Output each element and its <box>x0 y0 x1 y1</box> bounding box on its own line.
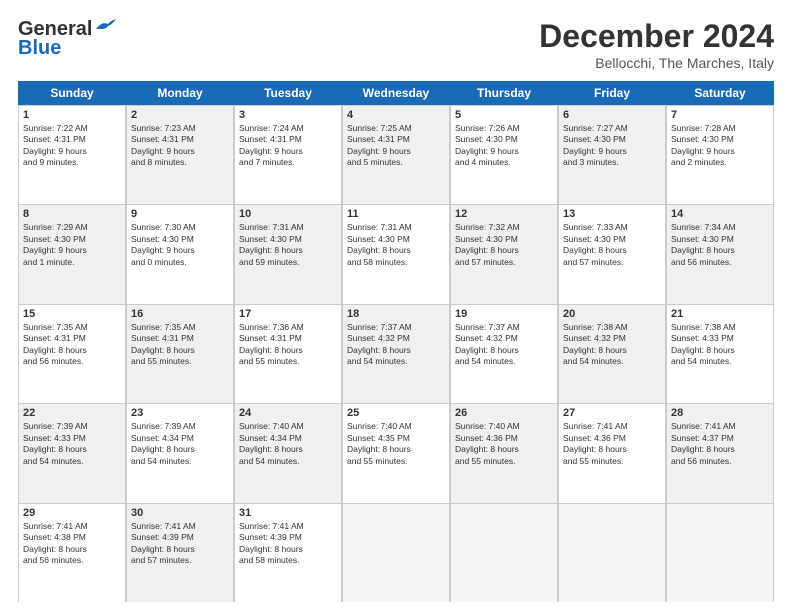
day-24: 24 Sunrise: 7:40 AMSunset: 4:34 PMDaylig… <box>234 404 342 502</box>
day-2: 2 Sunrise: 7:23 AMSunset: 4:31 PMDayligh… <box>126 106 234 204</box>
day-26: 26 Sunrise: 7:40 AMSunset: 4:36 PMDaylig… <box>450 404 558 502</box>
day-5: 5 Sunrise: 7:26 AMSunset: 4:30 PMDayligh… <box>450 106 558 204</box>
calendar-header: Sunday Monday Tuesday Wednesday Thursday… <box>18 81 774 105</box>
day-11: 11 Sunrise: 7:31 AMSunset: 4:30 PMDaylig… <box>342 205 450 303</box>
dow-tuesday: Tuesday <box>234 81 342 105</box>
day-23: 23 Sunrise: 7:39 AMSunset: 4:34 PMDaylig… <box>126 404 234 502</box>
day-20: 20 Sunrise: 7:38 AMSunset: 4:32 PMDaylig… <box>558 305 666 403</box>
day-25: 25 Sunrise: 7:40 AMSunset: 4:35 PMDaylig… <box>342 404 450 502</box>
logo: General Blue <box>18 18 116 60</box>
week-1: 1 Sunrise: 7:22 AMSunset: 4:31 PMDayligh… <box>18 105 774 205</box>
logo-blue: Blue <box>18 37 61 60</box>
day-30: 30 Sunrise: 7:41 AMSunset: 4:39 PMDaylig… <box>126 504 234 602</box>
day-13: 13 Sunrise: 7:33 AMSunset: 4:30 PMDaylig… <box>558 205 666 303</box>
day-19: 19 Sunrise: 7:37 AMSunset: 4:32 PMDaylig… <box>450 305 558 403</box>
day-14: 14 Sunrise: 7:34 AMSunset: 4:30 PMDaylig… <box>666 205 774 303</box>
day-empty-3 <box>558 504 666 602</box>
day-31: 31 Sunrise: 7:41 AMSunset: 4:39 PMDaylig… <box>234 504 342 602</box>
day-empty-1 <box>342 504 450 602</box>
day-16: 16 Sunrise: 7:35 AMSunset: 4:31 PMDaylig… <box>126 305 234 403</box>
title-block: December 2024 Bellocchi, The Marches, It… <box>539 18 774 71</box>
day-empty-2 <box>450 504 558 602</box>
header: General Blue December 2024 Bellocchi, Th… <box>18 18 774 71</box>
calendar: Sunday Monday Tuesday Wednesday Thursday… <box>18 81 774 602</box>
dow-monday: Monday <box>126 81 234 105</box>
week-4: 22 Sunrise: 7:39 AMSunset: 4:33 PMDaylig… <box>18 404 774 503</box>
week-2: 8 Sunrise: 7:29 AMSunset: 4:30 PMDayligh… <box>18 205 774 304</box>
day-27: 27 Sunrise: 7:41 AMSunset: 4:36 PMDaylig… <box>558 404 666 502</box>
day-15: 15 Sunrise: 7:35 AMSunset: 4:31 PMDaylig… <box>18 305 126 403</box>
day-7: 7 Sunrise: 7:28 AMSunset: 4:30 PMDayligh… <box>666 106 774 204</box>
dow-sunday: Sunday <box>18 81 126 105</box>
day-3: 3 Sunrise: 7:24 AMSunset: 4:31 PMDayligh… <box>234 106 342 204</box>
dow-thursday: Thursday <box>450 81 558 105</box>
day-empty-4 <box>666 504 774 602</box>
week-5: 29 Sunrise: 7:41 AMSunset: 4:38 PMDaylig… <box>18 504 774 602</box>
calendar-body: 1 Sunrise: 7:22 AMSunset: 4:31 PMDayligh… <box>18 105 774 602</box>
week-3: 15 Sunrise: 7:35 AMSunset: 4:31 PMDaylig… <box>18 305 774 404</box>
day-18: 18 Sunrise: 7:37 AMSunset: 4:32 PMDaylig… <box>342 305 450 403</box>
day-6: 6 Sunrise: 7:27 AMSunset: 4:30 PMDayligh… <box>558 106 666 204</box>
dow-wednesday: Wednesday <box>342 81 450 105</box>
page: General Blue December 2024 Bellocchi, Th… <box>0 0 792 612</box>
day-29: 29 Sunrise: 7:41 AMSunset: 4:38 PMDaylig… <box>18 504 126 602</box>
day-28: 28 Sunrise: 7:41 AMSunset: 4:37 PMDaylig… <box>666 404 774 502</box>
location: Bellocchi, The Marches, Italy <box>539 55 774 71</box>
day-10: 10 Sunrise: 7:31 AMSunset: 4:30 PMDaylig… <box>234 205 342 303</box>
day-8: 8 Sunrise: 7:29 AMSunset: 4:30 PMDayligh… <box>18 205 126 303</box>
dow-friday: Friday <box>558 81 666 105</box>
day-9: 9 Sunrise: 7:30 AMSunset: 4:30 PMDayligh… <box>126 205 234 303</box>
dow-saturday: Saturday <box>666 81 774 105</box>
day-12: 12 Sunrise: 7:32 AMSunset: 4:30 PMDaylig… <box>450 205 558 303</box>
day-4: 4 Sunrise: 7:25 AMSunset: 4:31 PMDayligh… <box>342 106 450 204</box>
month-title: December 2024 <box>539 18 774 55</box>
day-22: 22 Sunrise: 7:39 AMSunset: 4:33 PMDaylig… <box>18 404 126 502</box>
logo-bird-icon <box>94 19 116 37</box>
day-1: 1 Sunrise: 7:22 AMSunset: 4:31 PMDayligh… <box>18 106 126 204</box>
day-17: 17 Sunrise: 7:36 AMSunset: 4:31 PMDaylig… <box>234 305 342 403</box>
day-21: 21 Sunrise: 7:38 AMSunset: 4:33 PMDaylig… <box>666 305 774 403</box>
